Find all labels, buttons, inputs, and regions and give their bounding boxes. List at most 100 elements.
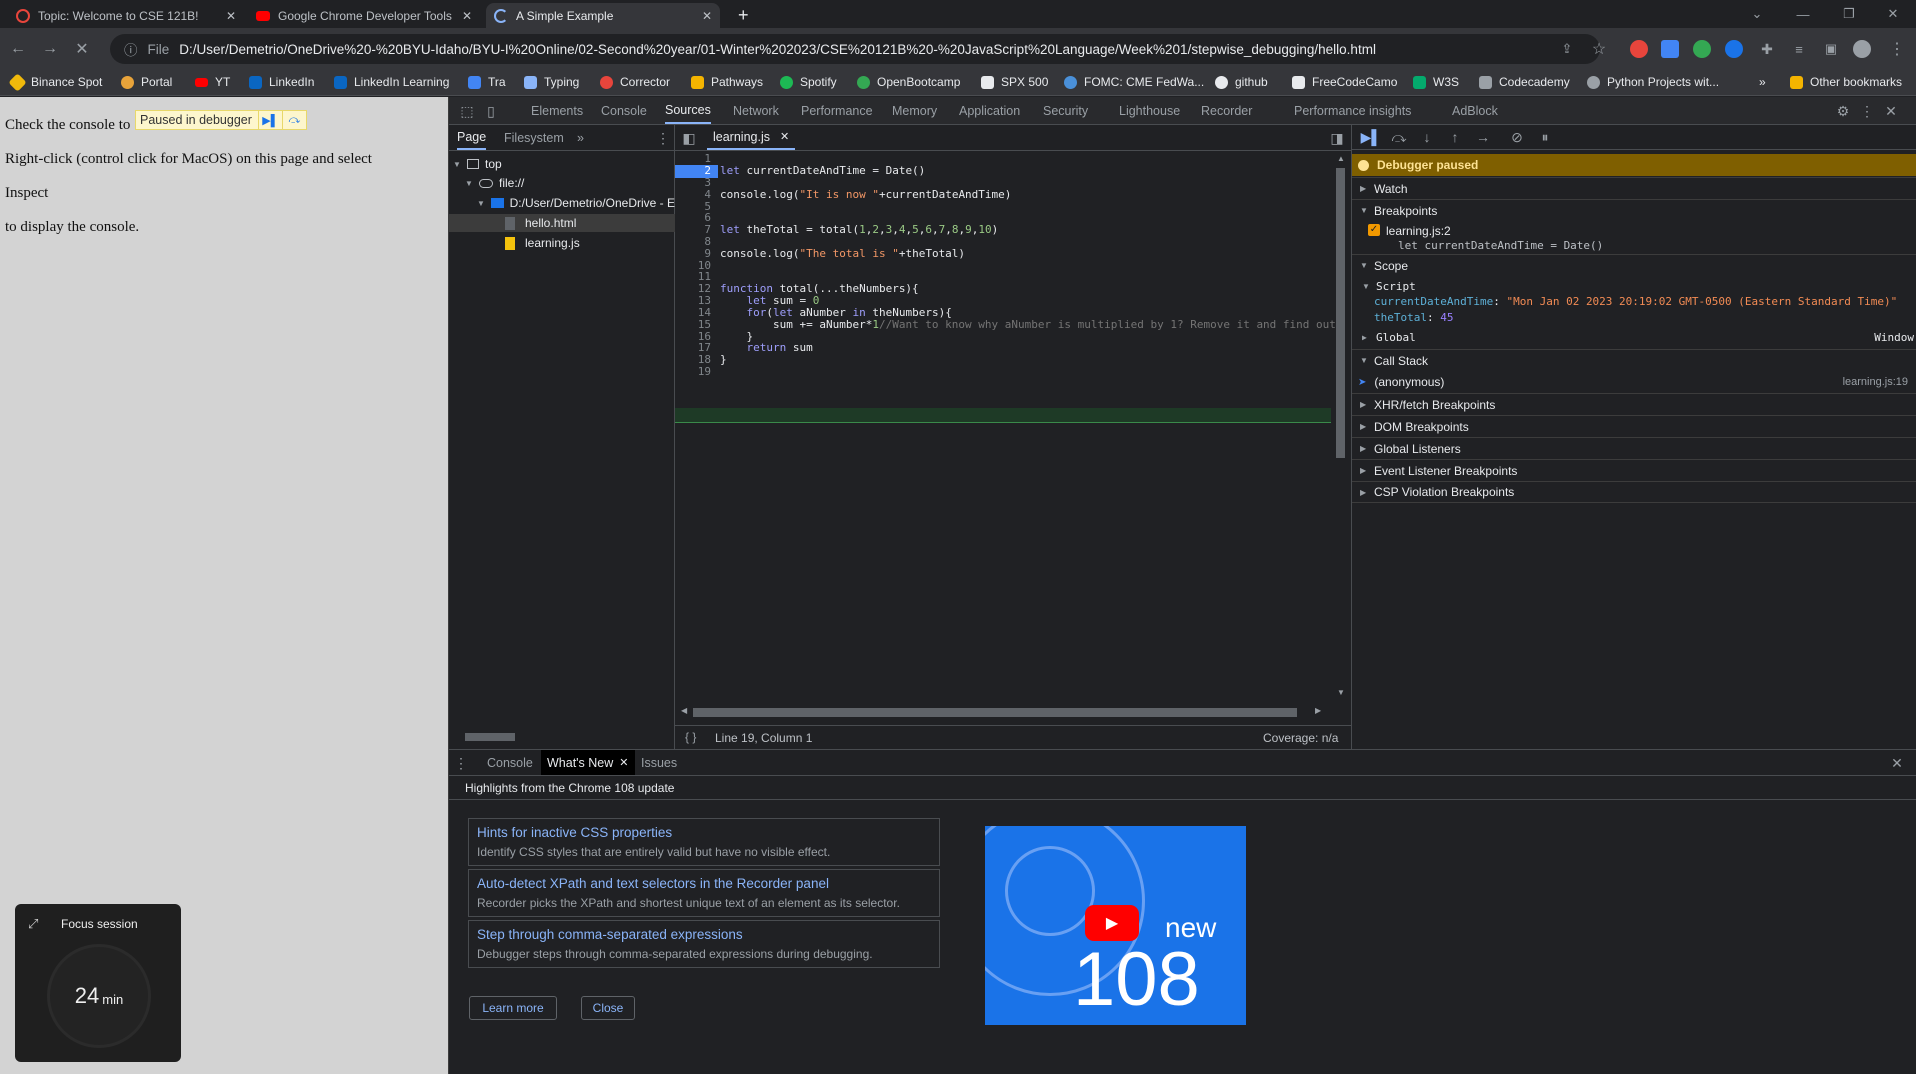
drawer-menu-icon[interactable]: ⋮ (454, 755, 468, 771)
bookmark-item[interactable]: Portal (121, 75, 172, 89)
minimize-icon[interactable]: — (1780, 0, 1826, 28)
bookmark-item[interactable]: Typing (524, 75, 579, 89)
scroll-right-icon[interactable]: ▶ (1315, 706, 1321, 715)
section-dom-breakpoints[interactable]: ▶ DOM Breakpoints (1352, 415, 1916, 437)
tab-adblock[interactable]: AdBlock (1452, 97, 1498, 124)
extension-icon[interactable] (1630, 40, 1648, 58)
address-bar[interactable]: ⓘ File D:/User/Demetrio/OneDrive%20-%20B… (110, 34, 1600, 64)
toggle-navigator-icon[interactable]: ◧ (681, 130, 697, 146)
editor-tab-learning-js[interactable]: learning.js ✕ (707, 125, 796, 150)
close-window-icon[interactable]: ✕ (1870, 0, 1916, 28)
tab-application[interactable]: Application (959, 97, 1020, 124)
editor-hscrollbar[interactable]: ◀ ▶ (675, 705, 1331, 719)
other-bookmarks-folder[interactable]: Other bookmarks (1790, 75, 1902, 89)
tab-security[interactable]: Security (1043, 97, 1088, 124)
breakpoint-item[interactable]: ✓ learning.js:2 let currentDateAndTime =… (1368, 221, 1908, 253)
tab-filesystem[interactable]: Filesystem (504, 125, 564, 150)
feature-title-link[interactable]: Hints for inactive CSS properties (477, 825, 931, 840)
tab-recorder[interactable]: Recorder (1201, 97, 1252, 124)
tree-item-folder[interactable]: ▼ D:/User/Demetrio/OneDrive - E (477, 194, 675, 212)
drawer-tab-issues[interactable]: Issues (641, 750, 677, 775)
bookmark-item[interactable]: Codecademy (1479, 75, 1570, 89)
tab-sources[interactable]: Sources (665, 97, 711, 124)
step-into-icon[interactable]: ↓ (1418, 129, 1436, 145)
whats-new-video-thumbnail[interactable]: ▶ new 108 (985, 826, 1246, 1025)
close-icon[interactable]: ✕ (780, 130, 789, 143)
tab-performance[interactable]: Performance (801, 97, 873, 124)
bookmark-item[interactable]: FreeCodeCamo (1292, 75, 1397, 89)
learn-more-button[interactable]: Learn more (469, 996, 557, 1020)
feature-card[interactable]: Step through comma-separated expressions… (468, 920, 940, 968)
info-icon[interactable]: ⓘ (124, 39, 138, 59)
resume-icon[interactable]: ▶▌ (1361, 129, 1382, 145)
tab-performance-insights[interactable]: Performance insights (1294, 97, 1411, 124)
scrollbar-thumb[interactable] (693, 708, 1297, 717)
tab-page[interactable]: Page (457, 125, 487, 150)
section-xhr-breakpoints[interactable]: ▶ XHR/fetch Breakpoints (1352, 393, 1916, 415)
section-breakpoints[interactable]: ▼ Breakpoints (1352, 199, 1916, 221)
scrollbar-thumb[interactable] (465, 733, 515, 741)
section-watch[interactable]: ▶ Watch (1352, 177, 1916, 199)
navigator-menu-icon[interactable]: ⋮ (656, 130, 670, 146)
tab-console[interactable]: Console (601, 97, 647, 124)
bookmark-item[interactable]: Pathways (691, 75, 763, 89)
share-icon[interactable]: ⇪ (1556, 38, 1578, 60)
focus-session-widget[interactable]: ⤢ Focus session 24 min (15, 904, 181, 1062)
step-out-icon[interactable]: ↑ (1446, 129, 1464, 145)
step-over-icon[interactable]: ⤼ (1390, 129, 1408, 145)
section-csp-breakpoints[interactable]: ▶ CSP Violation Breakpoints (1352, 481, 1916, 503)
focus-expand-icon[interactable]: ⤢ (28, 916, 38, 932)
bookmark-item[interactable]: github (1215, 75, 1268, 89)
extension-icon[interactable] (1725, 40, 1743, 58)
navigator-more-tabs[interactable]: » (577, 125, 584, 150)
scroll-up-icon[interactable]: ▲ (1337, 154, 1345, 163)
settings-gear-icon[interactable]: ⚙ (1835, 103, 1851, 119)
scope-script[interactable]: ▼ Script (1362, 277, 1416, 295)
tree-item-file-origin[interactable]: ▼ file:// (465, 174, 524, 192)
scope-variable[interactable]: theTotal: 45 (1374, 311, 1453, 324)
scrollbar-thumb[interactable] (1336, 168, 1345, 458)
drawer-tab-console[interactable]: Console (487, 750, 533, 775)
tree-item-top[interactable]: ▼ top (453, 155, 502, 173)
resume-icon[interactable]: ▶▌ (257, 111, 282, 129)
close-button[interactable]: Close (581, 996, 635, 1020)
stop-icon[interactable]: ✕ (71, 38, 93, 60)
restore-icon[interactable]: ❐ (1826, 0, 1872, 28)
close-icon[interactable]: ✕ (226, 9, 236, 23)
bookmark-item[interactable]: FOMC: CME FedWa... (1064, 75, 1204, 89)
pause-on-exceptions-icon[interactable]: ⏸ (1536, 129, 1554, 145)
browser-tab-devtools-video[interactable]: Google Chrome Developer Tools ✕ (248, 3, 480, 28)
section-scope[interactable]: ▼ Scope (1352, 254, 1916, 276)
scroll-left-icon[interactable]: ◀ (681, 706, 687, 715)
tree-item-hello-html[interactable]: hello.html (449, 214, 675, 232)
bookmark-item[interactable]: SPX 500 (981, 75, 1048, 89)
bookmarks-overflow-button[interactable]: » (1759, 75, 1766, 89)
drawer-tab-whats-new[interactable]: What's New ✕ (541, 750, 635, 775)
close-devtools-icon[interactable]: ✕ (1883, 103, 1899, 119)
tab-lighthouse[interactable]: Lighthouse (1119, 97, 1180, 124)
extension-icon[interactable] (1693, 40, 1711, 58)
section-global-listeners[interactable]: ▶ Global Listeners (1352, 437, 1916, 459)
youtube-play-icon[interactable]: ▶ (1085, 905, 1139, 941)
bookmark-item[interactable]: Spotify (780, 75, 837, 89)
navigator-hscrollbar[interactable] (453, 731, 671, 743)
deactivate-breakpoints-icon[interactable]: ⊘ (1508, 129, 1526, 145)
close-icon[interactable]: ✕ (462, 9, 472, 23)
line-number[interactable]: 19 (675, 365, 715, 378)
pretty-print-icon[interactable]: { } (685, 730, 696, 744)
tab-elements[interactable]: Elements (531, 97, 583, 124)
editor-vscrollbar[interactable]: ▲ ▼ (1331, 152, 1351, 712)
tab-memory[interactable]: Memory (892, 97, 937, 124)
scroll-down-icon[interactable]: ▼ (1337, 688, 1345, 697)
step-over-icon[interactable]: ⤼ (281, 111, 306, 129)
side-panel-icon[interactable]: ▣ (1820, 38, 1842, 60)
feature-card[interactable]: Auto-detect XPath and text selectors in … (468, 869, 940, 917)
reading-list-icon[interactable]: ≡ (1788, 38, 1810, 60)
bookmark-item[interactable]: LinkedIn (249, 75, 314, 89)
call-frame[interactable]: ➤ (anonymous) learning.js:19 (1352, 371, 1916, 393)
section-call-stack[interactable]: ▼ Call Stack (1352, 349, 1916, 371)
browser-tab-cse121b[interactable]: Topic: Welcome to CSE 121B! ✕ (8, 3, 244, 28)
avatar[interactable] (1853, 40, 1871, 58)
menu-icon[interactable]: ⋮ (1886, 38, 1908, 60)
close-icon[interactable]: ✕ (619, 756, 628, 769)
